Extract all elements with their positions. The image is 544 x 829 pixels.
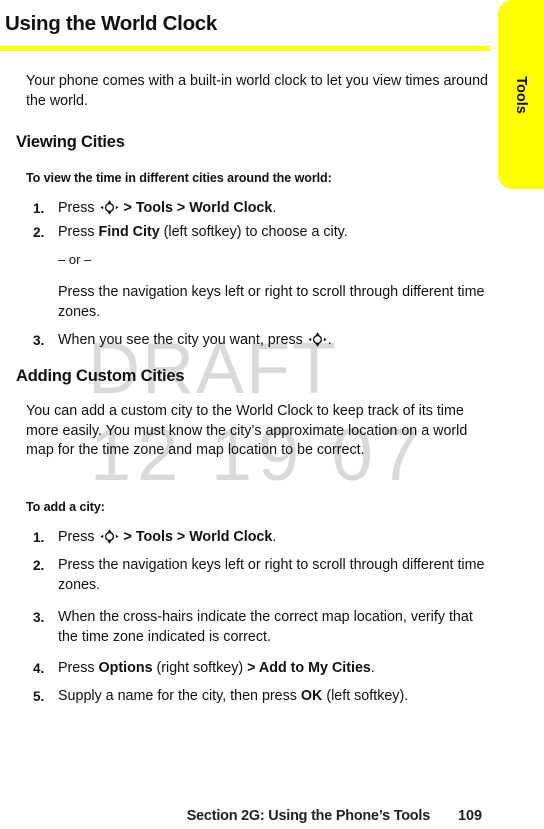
plain-text: Press <box>58 529 99 545</box>
plain-text: (right softkey) <box>152 660 248 676</box>
step-text: Press Options (right softkey) > Add to M… <box>58 659 488 679</box>
step-text: When the cross-hairs indicate the correc… <box>58 608 488 647</box>
plain-text: (left softkey). <box>322 688 409 704</box>
footer-section-label: Section 2G: Using the Phone’s Tools <box>186 808 430 824</box>
intro-paragraph: Your phone comes with a built-in world c… <box>26 73 488 109</box>
step-item: 4. Press Options (right softkey) > Add t… <box>26 659 488 679</box>
navigation-key-icon <box>308 332 327 347</box>
step-item: 2. Press the navigation keys left or rig… <box>26 556 488 595</box>
footer-page-number: 109 <box>458 808 483 824</box>
lead-add-a-city: To add a city: <box>26 500 105 514</box>
step-text: Press the navigation keys left or right … <box>58 556 488 595</box>
heading-adding-custom-cities: Adding Custom Cities <box>16 367 185 385</box>
plain-text: When the cross-hairs indicate the correc… <box>58 609 473 645</box>
title-underline-rule <box>0 46 489 51</box>
plain-text: Press <box>58 224 99 240</box>
step-number: 2. <box>33 558 45 573</box>
step-text: Press Find City (left softkey) to choose… <box>58 223 488 243</box>
plain-text: Supply a name for the city, then press <box>58 688 301 704</box>
step-item: 1. Press > Tools > World Clock. <box>26 199 488 219</box>
plain-text: Press <box>58 200 99 216</box>
step-number: 5. <box>33 689 45 704</box>
section-side-tab: Tools <box>498 0 544 189</box>
step-text: Press > Tools > World Clock. <box>58 528 488 548</box>
navigation-key-icon <box>99 200 119 215</box>
alternative-separator: – or – <box>58 252 92 267</box>
step-item: 2. Press Find City (left softkey) to cho… <box>26 223 488 243</box>
step-item: 1. Press > Tools > World Clock. <box>26 528 488 548</box>
plain-text: Press the navigation keys left or right … <box>58 557 485 593</box>
step-number: 1. <box>33 530 45 545</box>
plain-text: (left softkey) to choose a city. <box>159 224 348 240</box>
lead-viewing-cities: To view the time in different cities aro… <box>26 171 332 185</box>
emphasis-text: OK <box>300 688 323 704</box>
step-item: 3. When the cross-hairs indicate the cor… <box>26 608 488 647</box>
step-text: Supply a name for the city, then press O… <box>58 687 488 707</box>
manual-page: DRAFT 12 19 07 Using the World Clock Too… <box>0 0 544 829</box>
plain-text: . <box>272 529 277 545</box>
plain-text: Press <box>58 660 99 676</box>
plain-text: When you see the city you want, press <box>58 332 307 348</box>
alternative-text: Press the navigation keys left or right … <box>58 284 485 320</box>
adding-custom-cities-paragraph: You can add a custom city to the World C… <box>26 403 468 458</box>
step-number: 1. <box>33 201 45 216</box>
step-number: 4. <box>33 661 45 676</box>
emphasis-text: > Add to My Cities <box>247 660 371 676</box>
step-text: Press > Tools > World Clock. <box>58 199 488 219</box>
emphasis-text: Options <box>98 660 153 676</box>
section-side-tab-label: Tools <box>513 75 529 114</box>
step-number: 3. <box>33 333 45 348</box>
page-title: Using the World Clock <box>5 12 218 35</box>
plain-text: . <box>272 200 277 216</box>
step-item: 5. Supply a name for the city, then pres… <box>26 687 488 707</box>
navigation-key-icon <box>99 529 119 544</box>
step-number: 3. <box>33 610 45 625</box>
emphasis-text: > Tools > World Clock <box>123 529 273 545</box>
plain-text: . <box>327 332 332 348</box>
heading-viewing-cities: Viewing Cities <box>16 133 125 151</box>
page-footer: Section 2G: Using the Phone’s Tools 109 <box>0 808 489 829</box>
emphasis-text: > Tools > World Clock <box>123 200 273 216</box>
step-number: 2. <box>33 225 45 240</box>
step-text: When you see the city you want, press . <box>58 331 488 351</box>
emphasis-text: Find City <box>98 224 160 240</box>
step-item: 3. When you see the city you want, press… <box>26 331 488 351</box>
plain-text: . <box>370 660 375 676</box>
